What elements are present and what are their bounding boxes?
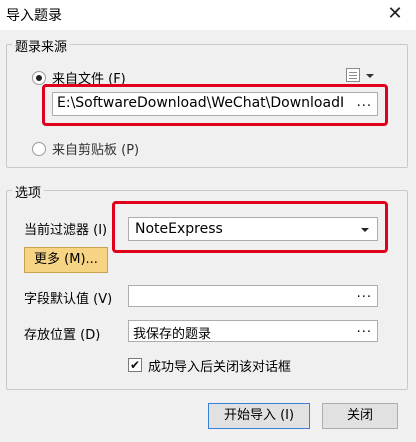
field-default-browse-button[interactable]: ... bbox=[357, 286, 372, 301]
field-default-input[interactable]: ... bbox=[128, 285, 378, 307]
field-default-label: 字段默认值 (V) bbox=[24, 292, 113, 307]
close-after-label[interactable]: 成功导入后关闭该对话框 bbox=[148, 356, 291, 375]
save-location-browse-button[interactable]: ... bbox=[357, 321, 372, 336]
from-file-radio[interactable] bbox=[32, 71, 46, 85]
options-group-title: 选项 bbox=[12, 182, 45, 201]
more-button[interactable]: 更多 (M)... bbox=[24, 247, 108, 273]
source-group-title: 题录来源 bbox=[12, 36, 71, 55]
window-title: 导入题录 bbox=[6, 8, 62, 24]
from-clipboard-label[interactable]: 来自剪贴板 (P) bbox=[52, 139, 139, 158]
close-button[interactable]: 关闭 bbox=[322, 403, 398, 429]
save-location-input[interactable]: 我保存的题录 ... bbox=[128, 320, 378, 342]
save-location-label: 存放位置 (D) bbox=[24, 328, 101, 343]
filter-highlight bbox=[112, 201, 388, 253]
from-clipboard-radio[interactable] bbox=[32, 142, 46, 156]
file-path-highlight bbox=[42, 84, 388, 126]
start-import-button[interactable]: 开始导入 (I) bbox=[208, 403, 310, 429]
title-bar: 导入题录 ✕ bbox=[0, 0, 416, 30]
close-after-checkbox[interactable]: ✔ bbox=[128, 358, 142, 372]
chevron-down-icon[interactable] bbox=[366, 74, 374, 78]
close-icon[interactable]: ✕ bbox=[384, 2, 406, 26]
filter-label: 当前过滤器 (I) bbox=[24, 223, 108, 238]
save-location-text: 我保存的题录 bbox=[133, 327, 212, 342]
note-icon[interactable] bbox=[346, 68, 360, 82]
